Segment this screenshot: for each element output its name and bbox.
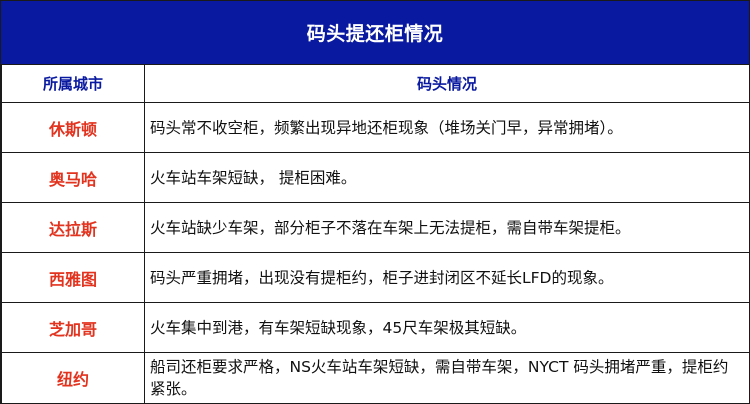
situation-cell: 火车站车架短缺， 提柜困难。: [144, 152, 750, 203]
situation-cell: 船司还柜要求严格，NS火车站车架短缺，需自带车架，NYCT 码头拥堵严重，提柜约…: [144, 352, 750, 404]
city-cell: 达拉斯: [1, 202, 145, 253]
city-cell: 纽约: [1, 352, 145, 404]
table-row: 休斯顿 码头常不收空柜，频繁出现异地还柜现象（堆场关门早，异常拥堵）。: [1, 102, 750, 153]
city-cell: 芝加哥: [1, 302, 145, 353]
table-title: 码头提还柜情况: [1, 1, 749, 64]
city-cell: 休斯顿: [1, 102, 145, 153]
city-cell: 西雅图: [1, 252, 145, 303]
table-row: 奥马哈 火车站车架短缺， 提柜困难。: [1, 152, 750, 203]
city-cell: 奥马哈: [1, 152, 145, 203]
port-status-table: 所属城市 码头情况 休斯顿 码头常不收空柜，频繁出现异地还柜现象（堆场关门早，异…: [1, 64, 750, 404]
header-city: 所属城市: [1, 64, 145, 103]
situation-cell: 火车站缺少车架，部分柜子不落在车架上无法提柜，需自带车架提柜。: [144, 202, 750, 253]
table-row: 纽约 船司还柜要求严格，NS火车站车架短缺，需自带车架，NYCT 码头拥堵严重，…: [1, 352, 750, 404]
table-row: 达拉斯 火车站缺少车架，部分柜子不落在车架上无法提柜，需自带车架提柜。: [1, 202, 750, 253]
situation-cell: 码头严重拥堵，出现没有提柜约，柜子进封闭区不延长LFD的现象。: [144, 252, 750, 303]
header-situation: 码头情况: [144, 64, 750, 103]
situation-cell: 码头常不收空柜，频繁出现异地还柜现象（堆场关门早，异常拥堵）。: [144, 102, 750, 153]
port-status-table-sheet: 码头提还柜情况 所属城市 码头情况 休斯顿 码头常不收空柜，频繁出现异地还柜现象…: [0, 0, 750, 404]
situation-cell: 火车集中到港，有车架短缺现象，45尺车架极其短缺。: [144, 302, 750, 353]
table-row: 西雅图 码头严重拥堵，出现没有提柜约，柜子进封闭区不延长LFD的现象。: [1, 252, 750, 303]
table-row: 芝加哥 火车集中到港，有车架短缺现象，45尺车架极其短缺。: [1, 302, 750, 353]
header-row: 所属城市 码头情况: [1, 64, 750, 103]
